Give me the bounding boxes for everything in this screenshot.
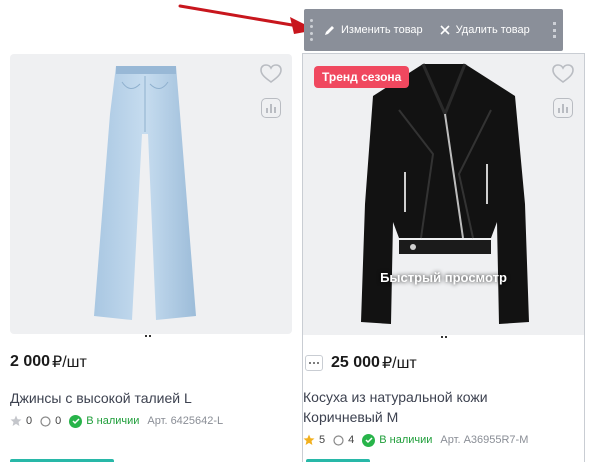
article-number: Арт. 6425642-L <box>147 415 224 427</box>
jeans-image <box>94 66 196 320</box>
annotation-arrow <box>178 4 316 34</box>
check-icon <box>362 433 376 447</box>
toolbar-menu-icon[interactable] <box>553 22 557 38</box>
slider-dots-icon <box>145 335 153 339</box>
stock-status: В наличии <box>362 433 433 447</box>
price-row: 2 000 ₽/шт <box>10 352 292 372</box>
price-row: 25 000 ₽/шт <box>303 353 584 373</box>
delete-product-button[interactable]: Удалить товар <box>439 24 530 36</box>
rating-value: 0 <box>26 415 33 427</box>
rating-value: 5 <box>319 434 326 446</box>
product-card[interactable]: 2 000 ₽/шт Джинсы с высокой талией L 0 0… <box>10 54 292 428</box>
edit-product-label: Изменить товар <box>341 24 423 36</box>
stock-status: В наличии <box>69 414 140 428</box>
compare-icon[interactable] <box>261 98 281 118</box>
product-image[interactable] <box>10 54 292 334</box>
article-number: Арт. A36955R7-M <box>440 434 529 446</box>
stock-label: В наличии <box>379 434 433 446</box>
delete-product-label: Удалить товар <box>455 24 530 36</box>
product-image[interactable]: Тренд сезона Быстрый просмотр <box>303 54 584 335</box>
product-title[interactable]: Косуха из натуральной кожи Коричневый M <box>303 387 584 427</box>
drag-handle-icon[interactable] <box>310 19 316 41</box>
product-meta: 0 0 В наличии Арт. 6425642-L <box>10 414 292 428</box>
price: 25 000 <box>331 354 380 371</box>
more-options-icon[interactable] <box>305 355 323 371</box>
trend-badge: Тренд сезона <box>314 66 410 88</box>
leather-jacket-image <box>361 63 529 324</box>
comment-icon <box>40 415 51 427</box>
slider-dots-icon <box>441 336 449 340</box>
reviews-count: 0 <box>55 415 62 427</box>
product-card-hovered[interactable]: Тренд сезона Быстрый просмотр 25 000 ₽/ш… <box>302 53 585 462</box>
stock-label: В наличии <box>86 415 140 427</box>
product-title-line2: Коричневый M <box>303 409 399 425</box>
product-meta: 5 4 В наличии Арт. A36955R7-M <box>303 433 584 447</box>
heart-icon[interactable] <box>260 64 282 84</box>
product-title-line1: Косуха из натуральной кожи <box>303 389 488 405</box>
product-title[interactable]: Джинсы с высокой талией L <box>10 388 292 408</box>
reviews-count: 4 <box>348 434 355 446</box>
heart-icon[interactable] <box>552 64 574 84</box>
quick-view-button[interactable]: Быстрый просмотр <box>303 270 584 285</box>
check-icon <box>69 414 83 428</box>
price: 2 000 <box>10 353 51 370</box>
close-icon <box>440 25 450 35</box>
price-unit: ₽/шт <box>381 355 417 372</box>
comment-icon <box>333 434 344 446</box>
price-unit: ₽/шт <box>52 354 87 371</box>
compare-icon[interactable] <box>553 98 573 118</box>
pencil-icon <box>325 26 334 35</box>
star-icon <box>303 434 315 445</box>
admin-toolbar: Изменить товар Удалить товар <box>304 9 563 51</box>
star-icon <box>10 415 22 426</box>
edit-product-button[interactable]: Изменить товар <box>324 24 423 36</box>
